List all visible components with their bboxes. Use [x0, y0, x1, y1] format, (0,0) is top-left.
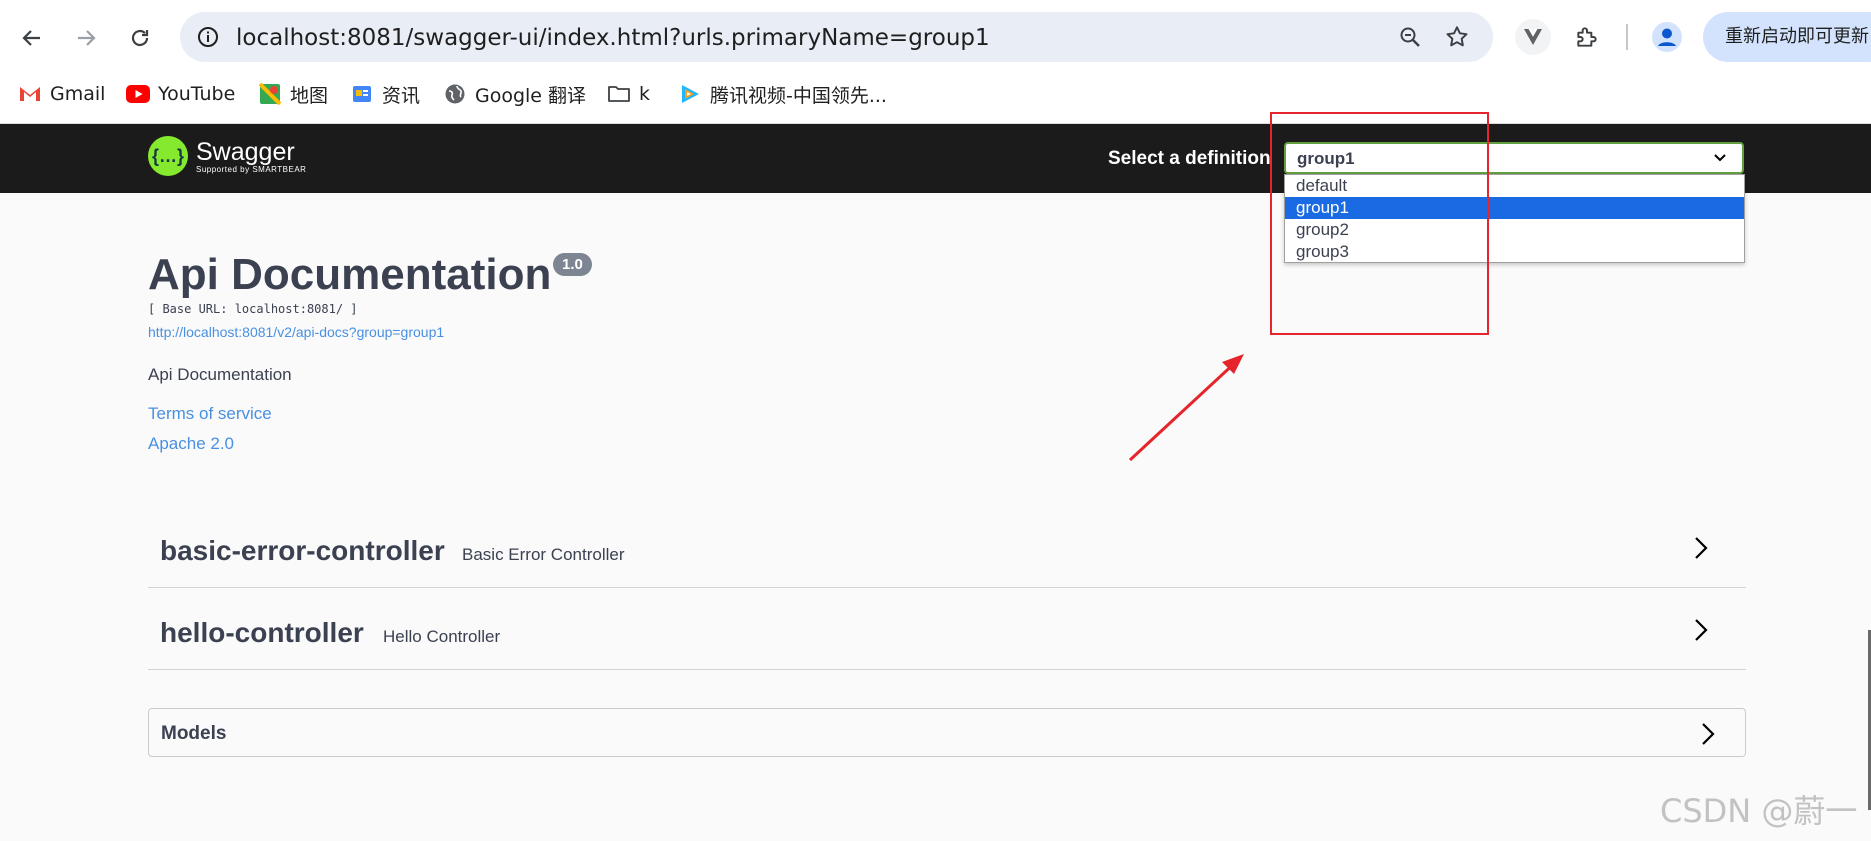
back-button[interactable] — [14, 20, 50, 56]
news-icon — [350, 82, 374, 106]
bookmark-label: Gmail — [50, 83, 106, 105]
chevron-down-icon — [1712, 148, 1728, 173]
bookmark-label: k — [639, 83, 651, 105]
bookmark-label: 地图 — [290, 84, 329, 107]
site-info-icon[interactable] — [193, 22, 223, 52]
controller-section-hello[interactable]: hello-controller Hello Controller — [148, 590, 1746, 670]
bookmark-youtube[interactable]: YouTube — [126, 76, 235, 112]
annotation-highlight-box — [1270, 112, 1489, 335]
globe-icon — [443, 82, 467, 106]
bookmark-label: Google 翻译 — [475, 84, 587, 107]
bookmark-maps[interactable]: 地图 — [258, 76, 328, 112]
watermark: CSDN @蔚一 — [1660, 792, 1858, 830]
license-link[interactable]: Apache 2.0 — [148, 434, 234, 454]
controller-name: basic-error-controller — [160, 535, 445, 566]
gmail-icon — [18, 82, 42, 106]
back-arrow-icon — [22, 30, 40, 46]
url-text[interactable]: localhost:8081/swagger-ui/index.html?url… — [236, 25, 990, 51]
version-badge: 1.0 — [553, 253, 592, 276]
bookmark-gmail[interactable]: Gmail — [18, 76, 105, 112]
folder-icon — [607, 82, 631, 106]
bookmark-folder-k[interactable]: k — [607, 76, 650, 112]
bookmark-news[interactable]: 资讯 — [350, 76, 420, 112]
vue-devtools-icon[interactable] — [1514, 18, 1552, 56]
address-bar[interactable]: localhost:8081/swagger-ui/index.html?url… — [180, 12, 1493, 62]
api-docs-link[interactable]: http://localhost:8081/v2/api-docs?group=… — [148, 324, 444, 340]
models-label: Models — [161, 723, 227, 744]
bookmark-label: YouTube — [158, 83, 236, 105]
bookmark-label: 腾讯视频-中国领先... — [710, 84, 887, 107]
forward-button[interactable] — [68, 20, 104, 56]
annotation-arrow-icon — [1128, 354, 1244, 462]
controller-description: Hello Controller — [383, 627, 501, 646]
controller-description: Basic Error Controller — [462, 545, 625, 564]
zoom-icon[interactable] — [1395, 22, 1425, 52]
terms-of-service-link[interactable]: Terms of service — [148, 404, 272, 424]
bookmarks-bar: Gmail YouTube 地图 资讯 Google 翻译 k 腾讯视频-中国领… — [0, 76, 1871, 112]
browser-toolbar: localhost:8081/swagger-ui/index.html?url… — [0, 0, 1871, 124]
reload-icon — [131, 29, 149, 47]
restart-to-update-button[interactable]: 重新启动即可更新 — [1703, 12, 1871, 62]
chevron-right-icon — [1697, 720, 1717, 753]
forward-arrow-icon — [78, 30, 96, 46]
bookmark-google-translate[interactable]: Google 翻译 — [443, 76, 586, 112]
youtube-icon — [126, 82, 150, 106]
controller-name: hello-controller — [160, 617, 364, 648]
bookmark-label: 资讯 — [382, 84, 421, 107]
extensions-puzzle-icon[interactable] — [1568, 18, 1606, 56]
bookmark-tencent-video[interactable]: 腾讯视频-中国领先... — [678, 76, 887, 112]
api-description: Api Documentation — [148, 365, 292, 384]
reload-button[interactable] — [122, 20, 158, 56]
swagger-logo[interactable]: {…} Swagger Supported by SMARTBEAR — [148, 136, 306, 176]
swagger-logo-sub: Supported by SMARTBEAR — [196, 164, 307, 174]
toolbar-separator — [1626, 24, 1628, 50]
controller-section-basic-error[interactable]: basic-error-controller Basic Error Contr… — [148, 508, 1746, 588]
swagger-logo-name: Swagger — [196, 137, 295, 166]
api-title: Api Documentation — [148, 250, 552, 299]
profile-avatar-icon[interactable] — [1648, 18, 1686, 56]
select-definition-label: Select a definition — [1108, 148, 1271, 169]
base-url: [ Base URL: localhost:8081/ ] — [148, 302, 358, 316]
models-section[interactable]: Models — [148, 708, 1746, 757]
maps-icon — [258, 82, 282, 106]
chevron-right-icon — [1690, 534, 1710, 567]
swagger-braces-icon: {…} — [148, 136, 188, 176]
chevron-right-icon — [1690, 616, 1710, 649]
tencent-video-icon — [678, 82, 702, 106]
bookmark-star-icon[interactable] — [1442, 22, 1472, 52]
